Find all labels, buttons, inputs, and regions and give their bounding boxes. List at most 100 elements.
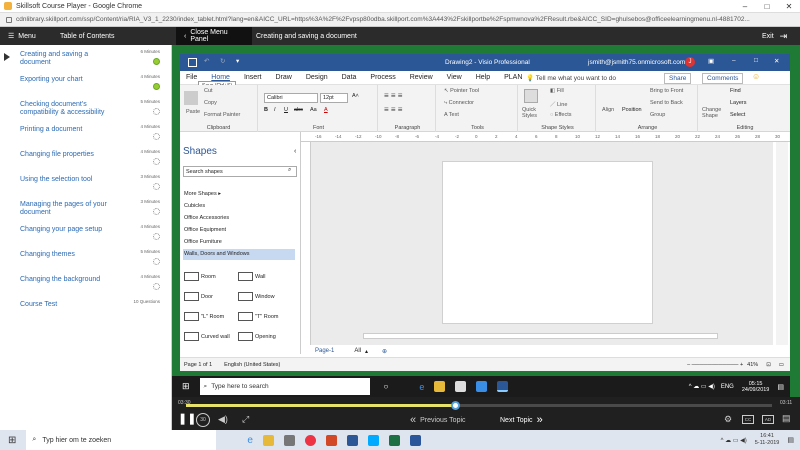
visio-close-icon[interactable]: ✕ — [774, 57, 779, 65]
underline-button[interactable]: U — [284, 107, 288, 113]
ribbon-tab-insert[interactable]: Insert — [244, 74, 262, 81]
outlook-icon[interactable] — [346, 434, 358, 446]
cortana-icon[interactable]: ○ — [384, 382, 389, 391]
effects-button[interactable]: ◌ Effects — [550, 112, 572, 118]
ribbon-tab-home[interactable]: Home — [211, 74, 230, 81]
toc-item[interactable]: Printing a document 4 Minutes — [0, 120, 172, 145]
close-window-icon[interactable]: ✕ — [778, 2, 800, 11]
font-family-select[interactable]: Calibri — [264, 93, 318, 103]
send-to-back-button[interactable]: Send to Back — [650, 100, 683, 106]
mail-icon[interactable] — [476, 381, 488, 392]
minimize-icon[interactable]: – — [734, 2, 756, 11]
inner-search-box[interactable]: ⌕ Type here to search — [199, 378, 370, 395]
italic-button[interactable]: I — [274, 107, 276, 113]
stencil-item[interactable]: Walls, Doors and Windows — [183, 249, 295, 260]
exit-button[interactable]: Exit ⇥ — [762, 27, 787, 45]
rewind-30-button[interactable]: 30 — [196, 413, 210, 427]
redo-icon[interactable]: ↻ — [220, 57, 225, 65]
vertical-scrollbar[interactable] — [776, 142, 788, 345]
copy-button[interactable]: Copy — [204, 100, 217, 106]
stencil-item[interactable]: Office Furniture — [183, 237, 295, 248]
visio-taskbar-icon[interactable] — [497, 381, 509, 392]
toc-item[interactable]: Changing the background 4 Minutes — [0, 270, 172, 295]
inner-notification-icon[interactable]: ▤ — [777, 383, 784, 391]
pause-icon[interactable]: ❚❚ — [178, 412, 196, 425]
switch-windows-icon[interactable]: ▭ — [779, 362, 784, 368]
chrome-icon[interactable] — [304, 434, 316, 446]
toc-item[interactable]: Managing the pages of your document 3 Min… — [0, 195, 172, 220]
file-explorer-icon[interactable] — [434, 381, 446, 392]
select-button[interactable]: Select — [730, 112, 745, 118]
justify-icons[interactable]: ≡ ≡ ≡ — [384, 105, 402, 114]
ribbon-tab-data[interactable]: Data — [342, 74, 357, 81]
volume-icon[interactable]: ◀) — [218, 414, 228, 425]
stencil-shape[interactable]: "T" Room — [238, 312, 278, 321]
toc-item[interactable]: Using the selection tool 3 Minutes — [0, 170, 172, 195]
explorer-icon-outer[interactable] — [262, 434, 274, 446]
position-button[interactable]: Position — [622, 107, 642, 113]
drawing-page[interactable] — [442, 161, 653, 324]
ribbon-tab-design[interactable]: Design — [306, 74, 328, 81]
inner-clock[interactable]: 05:15 24/09/2019 — [742, 381, 770, 393]
font-color-button[interactable]: A — [324, 107, 328, 113]
text-tool-button[interactable]: A Text — [444, 112, 459, 118]
bold-button[interactable]: B — [264, 107, 268, 113]
calculator-icon[interactable] — [283, 434, 295, 446]
ribbon-tab-process[interactable]: Process — [370, 74, 395, 81]
progress-knob[interactable] — [450, 401, 460, 410]
outer-clock[interactable]: 16:41 5-11-2019 — [755, 433, 780, 447]
ribbon-tab-review[interactable]: Review — [410, 74, 433, 81]
ribbon-options-icon[interactable]: ▣ — [708, 57, 714, 65]
align-icons[interactable]: ≡ ≡ ≡ — [384, 91, 402, 100]
task-view-icon[interactable] — [400, 381, 411, 392]
paste-icon[interactable] — [184, 91, 198, 105]
group-button[interactable]: Group — [650, 112, 665, 118]
stencil-shape[interactable]: Room — [184, 272, 216, 281]
stencil-item[interactable]: Office Accessories — [183, 213, 295, 224]
inner-language[interactable]: ENG — [721, 384, 734, 390]
visio-maximize-icon[interactable]: □ — [754, 57, 758, 64]
comments-button[interactable]: Comments — [702, 73, 744, 84]
font-size-select[interactable]: 12pt — [320, 93, 348, 103]
excel-icon[interactable] — [388, 434, 400, 446]
quick-styles-icon[interactable] — [524, 89, 538, 103]
toc-item[interactable]: Course Test 10 Questions — [0, 295, 172, 320]
stencil-item[interactable]: Office Equipment — [183, 225, 295, 236]
ribbon-tab-plan[interactable]: PLAN — [504, 74, 522, 81]
next-topic-button[interactable]: Next Topic» — [500, 414, 543, 426]
search-shapes-input[interactable]: Search shapes — [183, 166, 297, 177]
line-button[interactable]: ／ Line — [550, 100, 567, 108]
ribbon-tab-draw[interactable]: Draw — [275, 74, 291, 81]
edge-icon[interactable]: e — [419, 382, 424, 392]
toc-item[interactable]: Changing file properties 4 Minutes — [0, 145, 172, 170]
format-painter-button[interactable]: Format Painter — [204, 112, 240, 118]
fullscreen-icon[interactable]: ⤢ — [242, 414, 249, 425]
ribbon-tab-file[interactable]: File — [186, 74, 197, 81]
stencil-shape[interactable]: Curved wall — [184, 332, 230, 341]
bring-to-front-button[interactable]: Bring to Front — [650, 88, 683, 94]
store-icon[interactable] — [455, 381, 467, 392]
menu-button[interactable]: ☰ Menu — [2, 27, 42, 45]
collapse-icon[interactable]: ‹ — [294, 148, 296, 155]
ribbon-tab-view[interactable]: View — [447, 74, 462, 81]
page-1-tab[interactable]: Page-1 — [315, 348, 334, 354]
taskbar-search-box[interactable]: ⌕ Typ hier om te zoeken — [26, 430, 217, 450]
windows-start-icon[interactable]: ⊞ — [182, 381, 190, 392]
change-shape-button[interactable]: Change Shape — [702, 107, 724, 119]
share-button[interactable]: Share — [664, 73, 692, 84]
closed-captions-icon[interactable]: CC — [742, 415, 754, 424]
connector-button[interactable]: ⤷ Connector — [444, 100, 474, 107]
start-icon[interactable]: ⊞ — [8, 435, 16, 446]
fill-button[interactable]: ◧ Fill — [550, 88, 564, 94]
outer-tray-icons[interactable]: ^ ☁ ▭ ◀) — [721, 437, 747, 444]
word-icon[interactable] — [409, 434, 421, 446]
chevron-up-icon[interactable]: ▴ — [365, 348, 368, 355]
avatar[interactable]: J — [685, 57, 695, 67]
powerpoint-icon[interactable] — [325, 434, 337, 446]
strikethrough-button[interactable]: abc — [294, 107, 303, 113]
undo-icon[interactable]: ↶ — [204, 57, 209, 65]
toc-item[interactable]: Creating and saving a document 6 Minutes — [0, 45, 172, 70]
fit-page-icon[interactable]: ⊡ — [766, 362, 771, 368]
toc-item[interactable]: Checking document's compatibility & acce… — [0, 95, 172, 120]
cut-button[interactable]: Cut — [204, 88, 213, 94]
